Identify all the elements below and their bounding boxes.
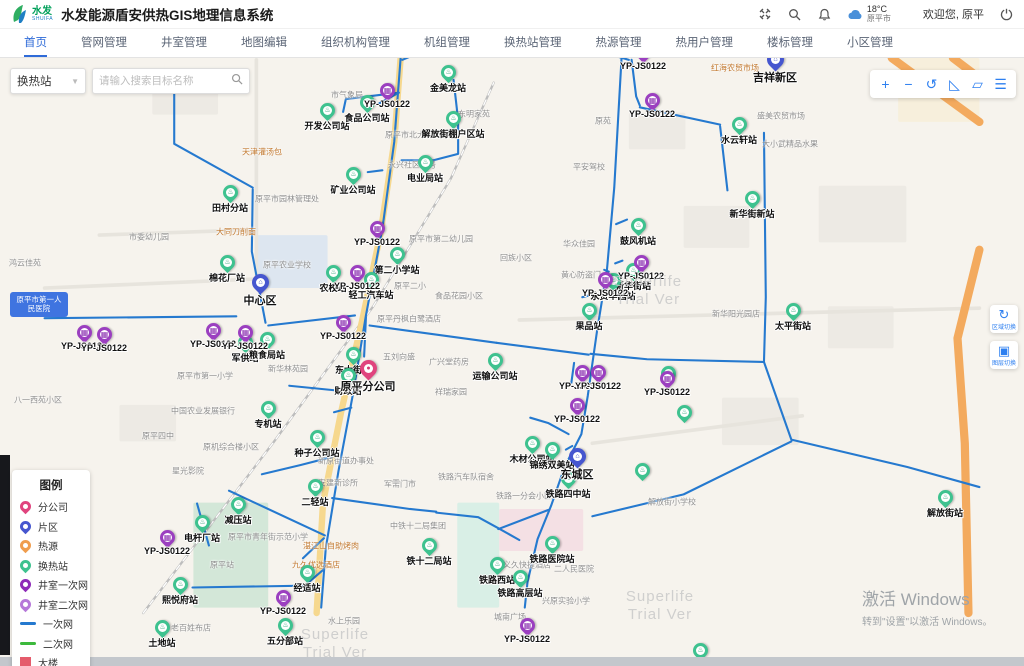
tab-10[interactable]: 小区管理 (847, 29, 893, 57)
legend-item-2: 热源 (20, 536, 82, 556)
tab-8[interactable]: 热用户管理 (676, 29, 734, 57)
legend-item-1: 片区 (20, 517, 82, 537)
zoom-out-icon[interactable]: − (897, 72, 920, 96)
weather-cloud-icon (847, 8, 863, 20)
map-toolbar: +−↺◺▱☰ (870, 70, 1016, 98)
legend-item-8: 大楼 (20, 653, 82, 666)
map-watermark: SuperlifeTrial Ver (626, 588, 694, 624)
tab-9[interactable]: 楼标管理 (767, 29, 813, 57)
logo-icon (10, 4, 28, 24)
map-dark-strip (0, 455, 10, 655)
legend-pin-icon (18, 577, 34, 593)
search-icon[interactable] (787, 6, 803, 22)
measure-icon[interactable]: ◺ (943, 72, 966, 96)
nav-tabs: 首页 管网管理 井室管理 地图编辑 组织机构管理 机组管理 换热站管理 热源管理 热用户管理 楼标… (0, 28, 1024, 58)
weather-city: 原平市 (867, 15, 891, 24)
legend-item-5: 井室二次网 (20, 595, 82, 615)
legend-item-0: 分公司 (20, 497, 82, 517)
region-switch-button[interactable]: ↻区域切换 (990, 305, 1018, 333)
legend-label: 井室一次网 (38, 577, 88, 592)
category-dropdown[interactable]: 换热站 ▼ (10, 68, 86, 94)
layer-switch-button[interactable]: ▣图层切换 (990, 341, 1018, 369)
legend-item-3: 换热站 (20, 556, 82, 576)
legend-label: 井室二次网 (38, 597, 88, 612)
logout-icon[interactable] (998, 6, 1014, 22)
layer-list-icon[interactable]: ☰ (989, 72, 1012, 96)
legend-pin-icon (18, 499, 34, 515)
legend-label: 分公司 (38, 499, 68, 514)
logo-subtext: SHUIFA (32, 17, 53, 22)
legend-label: 二次网 (43, 636, 73, 651)
region-switch-icon: ↻ (999, 308, 1010, 321)
tab-3[interactable]: 地图编辑 (241, 29, 287, 57)
map-canvas[interactable]: 市气象局东明家苑原平市北大医院天津灌汤包永兴社区党务原平市园林管理处市委幼儿园大… (0, 58, 1024, 666)
search-input[interactable] (99, 75, 225, 87)
logo-text: 水发 (32, 7, 53, 17)
app: 水发 SHUIFA 水发能源盾安供热GIS地理信息系统 (0, 0, 1024, 666)
legend-line-icon (20, 622, 36, 625)
highlight-poi: 原平市第一人民医院 (10, 292, 68, 317)
zoom-in-icon[interactable]: + (874, 72, 897, 96)
chevron-down-icon: ▼ (71, 77, 79, 86)
layer-switch-icon: ▣ (998, 344, 1010, 357)
legend-square-icon (20, 657, 31, 666)
legend-label: 片区 (38, 519, 58, 534)
area-measure-icon[interactable]: ▱ (966, 72, 989, 96)
weather-widget: 18°C 原平市 (847, 5, 891, 24)
header: 水发 SHUIFA 水发能源盾安供热GIS地理信息系统 (0, 0, 1024, 28)
logo: 水发 SHUIFA (10, 4, 53, 24)
tab-4[interactable]: 组织机构管理 (321, 29, 390, 57)
welcome-text: 欢迎您, 原平 (923, 6, 984, 22)
legend-panel: 图例 分公司片区热源换热站井室一次网井室二次网一次网二次网大楼 (12, 470, 90, 666)
legend-title: 图例 (20, 477, 82, 493)
legend-label: 一次网 (43, 616, 73, 631)
legend-item-6: 一次网 (20, 614, 82, 634)
tab-1[interactable]: 管网管理 (81, 29, 127, 57)
fullscreen-icon[interactable] (757, 6, 773, 22)
map-watermark: SuperlifeTrial Ver (614, 273, 682, 309)
basemap (0, 58, 1024, 666)
tab-5[interactable]: 机组管理 (424, 29, 470, 57)
tab-2[interactable]: 井室管理 (161, 29, 207, 57)
legend-pin-icon (18, 596, 34, 612)
legend-pin-icon (18, 518, 34, 534)
bottom-bar (0, 657, 1024, 666)
legend-label: 换热站 (38, 558, 68, 573)
layer-switch-label: 图层切换 (992, 357, 1016, 366)
legend-item-4: 井室一次网 (20, 575, 82, 595)
search-bar: 换热站 ▼ (10, 68, 250, 94)
bell-icon[interactable] (817, 6, 833, 22)
region-switch-label: 区域切换 (992, 321, 1016, 330)
tab-0[interactable]: 首页 (24, 29, 47, 57)
tab-6[interactable]: 换热站管理 (504, 29, 562, 57)
windows-activate-watermark: 激活 Windows 转到"设置"以激活 Windows。 (862, 585, 992, 628)
legend-line-icon (20, 642, 36, 645)
legend-item-7: 二次网 (20, 634, 82, 654)
search-magnifier-icon[interactable] (231, 72, 243, 90)
legend-label: 大楼 (38, 655, 58, 666)
legend-pin-icon (18, 557, 34, 573)
search-box (92, 68, 250, 94)
category-value: 换热站 (17, 73, 52, 89)
legend-pin-icon (18, 538, 34, 554)
legend-label: 热源 (38, 538, 58, 553)
reset-view-icon[interactable]: ↺ (920, 72, 943, 96)
page-title: 水发能源盾安供热GIS地理信息系统 (61, 4, 273, 24)
tab-7[interactable]: 热源管理 (596, 29, 642, 57)
